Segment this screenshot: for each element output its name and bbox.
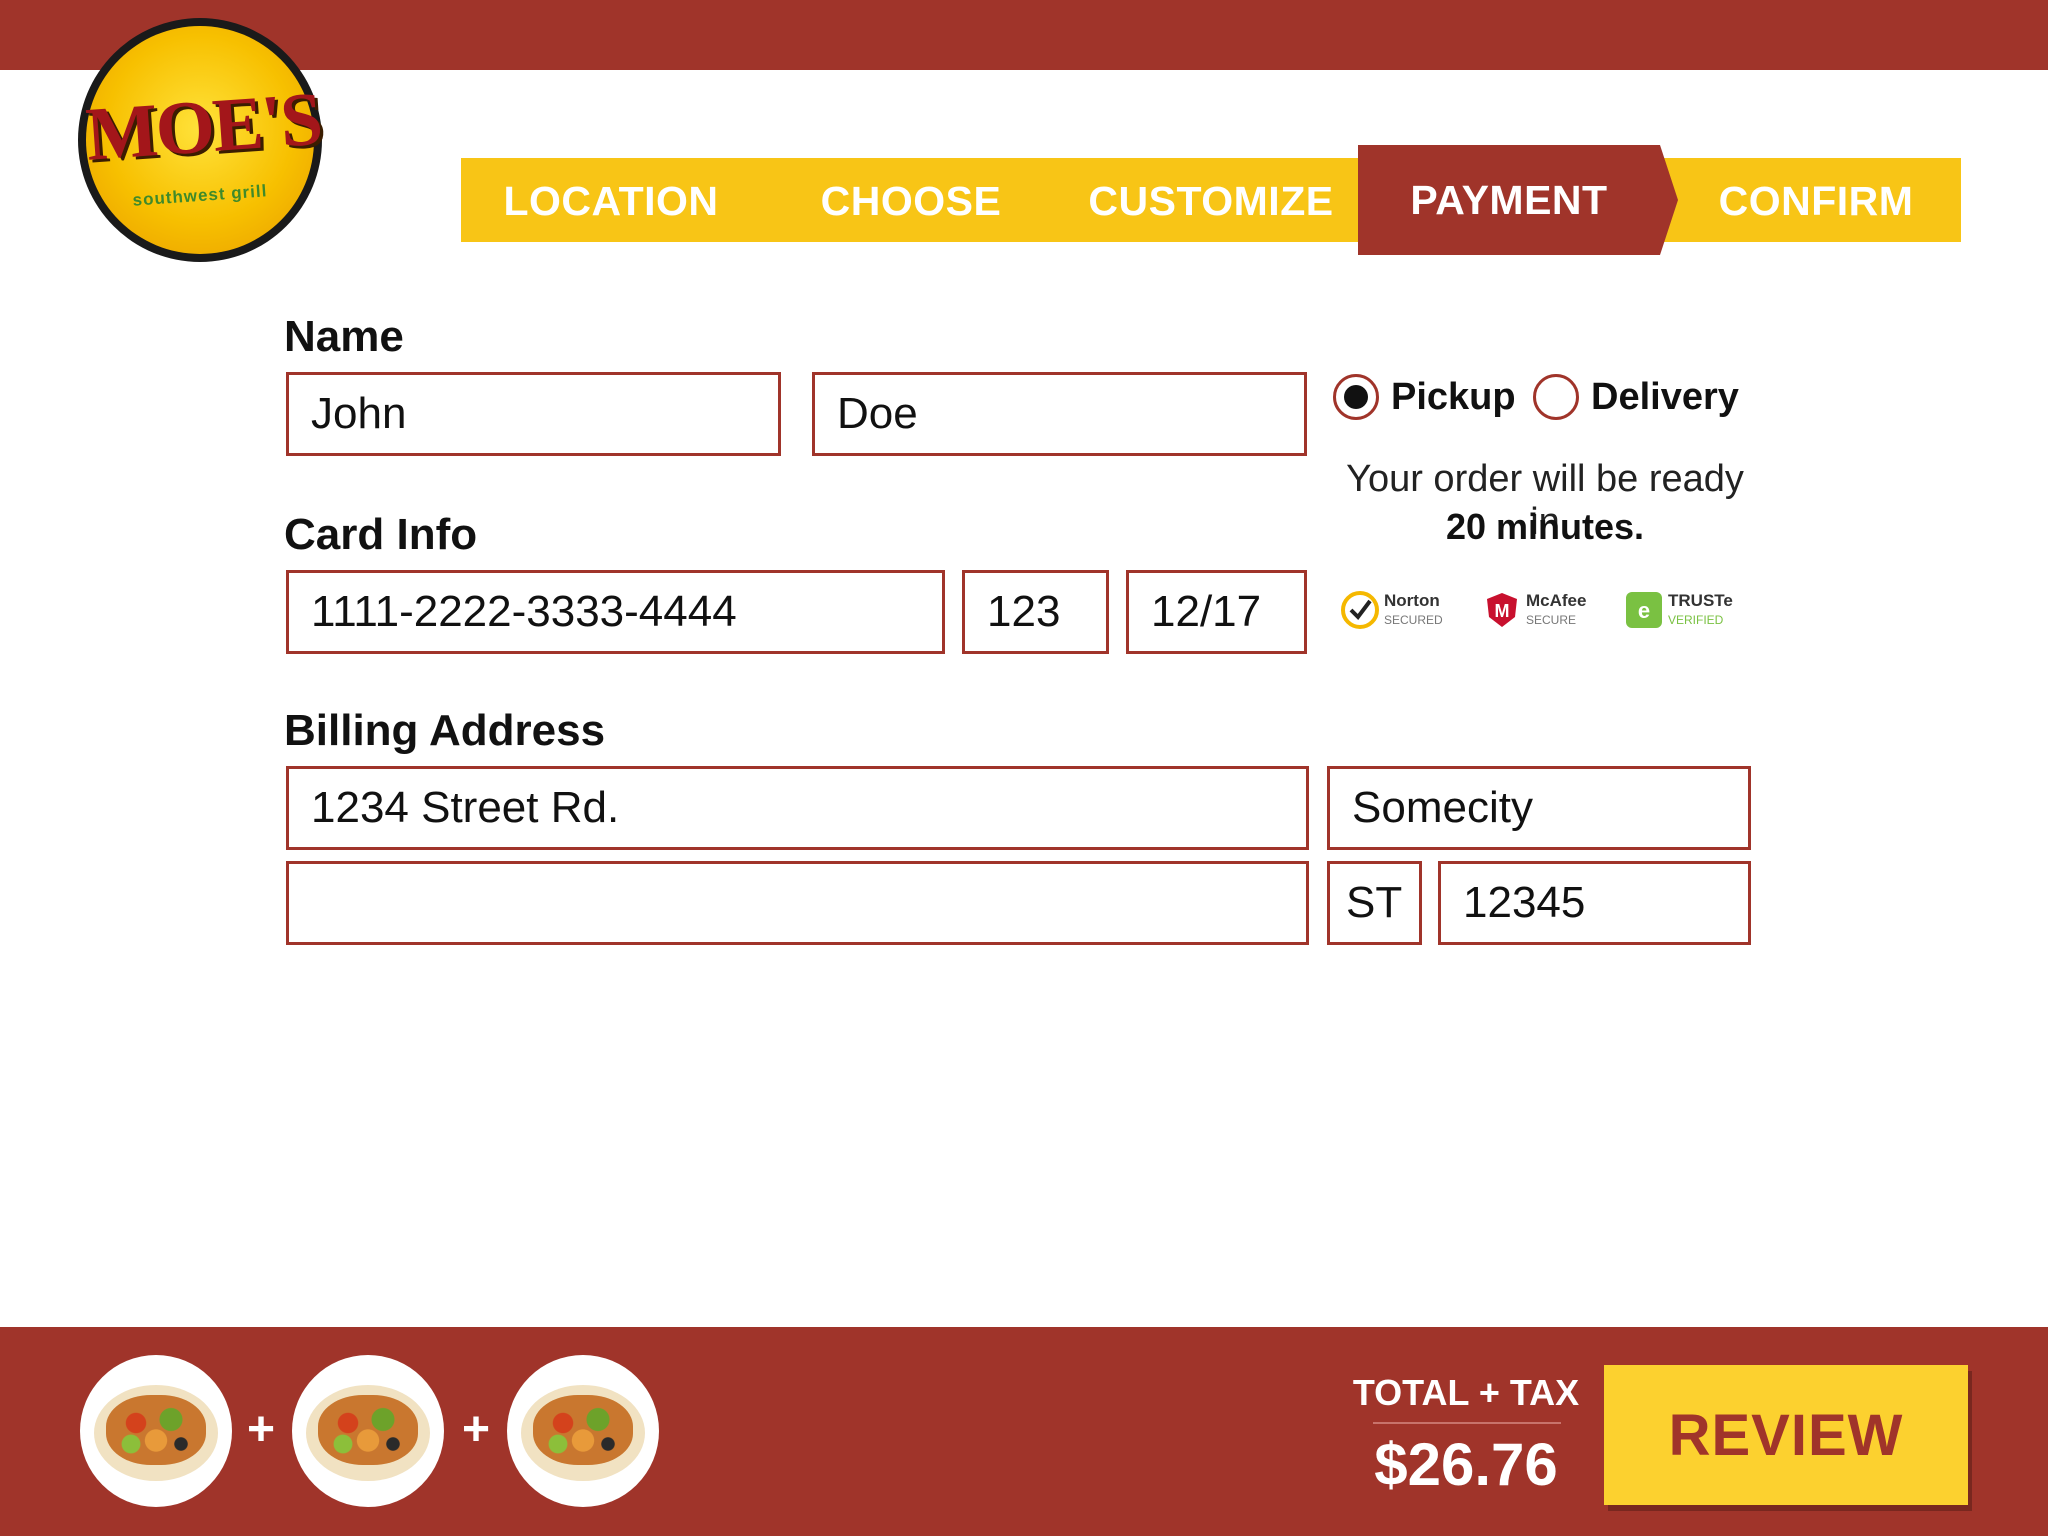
checkout-steps: LOCATION CHOOSE CUSTOMIZE PAYMENT CONFIR… xyxy=(461,145,1961,255)
truste-icon: e xyxy=(1626,592,1662,628)
last-name-input[interactable] xyxy=(812,372,1307,456)
radio-selected-dot xyxy=(1344,385,1368,409)
total-amount: $26.76 xyxy=(1374,1431,1558,1498)
cvv-input[interactable] xyxy=(962,570,1109,654)
step-location[interactable]: LOCATION xyxy=(461,158,761,242)
top-bar xyxy=(0,0,2048,70)
burrito-filling xyxy=(106,1395,206,1465)
delivery-radio-circle xyxy=(1533,374,1579,420)
norton-check-icon xyxy=(1341,591,1379,629)
expiry-input[interactable] xyxy=(1126,570,1307,654)
step-payment[interactable]: PAYMENT xyxy=(1358,145,1678,255)
mcafee-text: McAfee SECURE xyxy=(1526,591,1587,628)
name-label: Name xyxy=(284,312,404,361)
pickup-radio[interactable]: Pickup xyxy=(1333,374,1516,426)
ready-time: 20 minutes. xyxy=(1445,506,1645,547)
cart-item-1[interactable] xyxy=(80,1355,232,1507)
total-divider xyxy=(1373,1422,1561,1424)
moes-logo[interactable]: MOE'S southwest grill xyxy=(78,18,324,262)
plus-separator: + xyxy=(247,1403,276,1456)
mcafee-badge: M McAfee SECURE xyxy=(1482,588,1602,636)
billing-address-label: Billing Address xyxy=(284,706,606,755)
state-input[interactable] xyxy=(1327,861,1422,945)
review-button[interactable]: REVIEW xyxy=(1604,1365,1968,1505)
first-name-input[interactable] xyxy=(286,372,781,456)
logo-wordmark: MOE'S xyxy=(83,76,324,177)
svg-text:e: e xyxy=(1638,598,1650,623)
zip-input[interactable] xyxy=(1438,861,1751,945)
address-line1-input[interactable] xyxy=(286,766,1309,850)
cart-item-3[interactable] xyxy=(507,1355,659,1507)
card-number-input[interactable] xyxy=(286,570,945,654)
delivery-radio[interactable]: Delivery xyxy=(1533,374,1739,426)
svg-text:M: M xyxy=(1495,601,1510,621)
step-confirm[interactable]: CONFIRM xyxy=(1666,158,1966,242)
pickup-label: Pickup xyxy=(1391,376,1516,418)
total-label: TOTAL + TAX xyxy=(1352,1372,1580,1413)
plus-separator: + xyxy=(462,1403,491,1456)
truste-text: TRUSTe VERIFIED xyxy=(1668,591,1733,628)
burrito-filling xyxy=(318,1395,418,1465)
logo-badge: MOE'S southwest grill xyxy=(83,26,324,254)
truste-badge: e TRUSTe VERIFIED xyxy=(1624,588,1754,636)
norton-text: Norton SECURED xyxy=(1384,591,1443,628)
norton-badge: Norton SECURED xyxy=(1340,588,1460,636)
burrito-filling xyxy=(533,1395,633,1465)
logo-subtext: southwest grill xyxy=(131,181,268,210)
delivery-label: Delivery xyxy=(1591,376,1739,418)
pickup-radio-circle xyxy=(1333,374,1379,420)
step-customize[interactable]: CUSTOMIZE xyxy=(1061,158,1361,242)
address-line2-input[interactable] xyxy=(286,861,1309,945)
card-info-label: Card Info xyxy=(284,510,478,559)
cart-item-2[interactable] xyxy=(292,1355,444,1507)
step-choose[interactable]: CHOOSE xyxy=(761,158,1061,242)
city-input[interactable] xyxy=(1327,766,1751,850)
mcafee-shield-icon: M xyxy=(1487,593,1517,627)
